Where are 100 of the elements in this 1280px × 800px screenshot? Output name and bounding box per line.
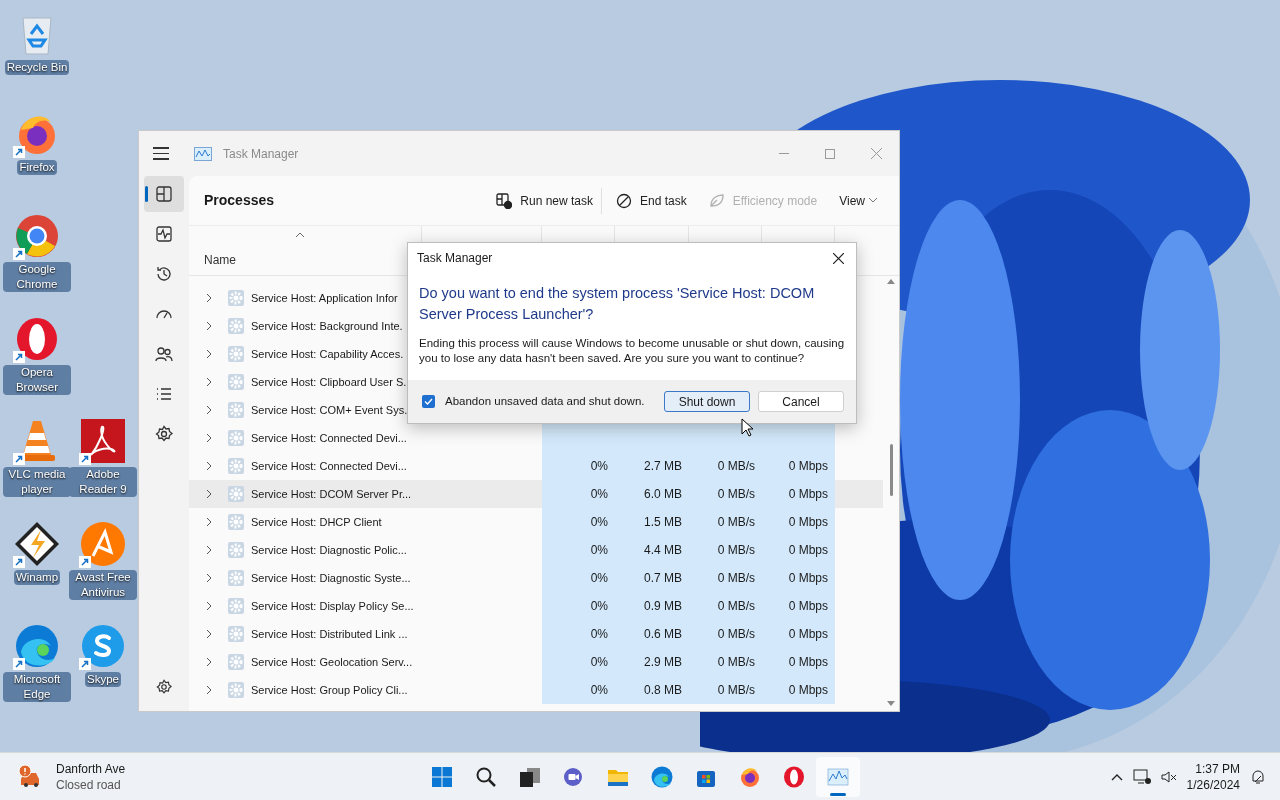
service-icon [227, 625, 245, 643]
nav-tab[interactable] [144, 176, 184, 212]
service-icon [227, 401, 245, 419]
desktop-icon-label[interactable]: Firefox [17, 160, 57, 175]
window-title: Task Manager [223, 145, 299, 163]
dialog-button[interactable]: Shut down [664, 391, 750, 412]
table-cell-text: 0% [590, 682, 608, 699]
expand-chevron-icon[interactable] [205, 685, 213, 695]
skype-icon [79, 622, 127, 670]
desktop-icon-label[interactable]: Opera Browser [3, 365, 71, 395]
expand-chevron-icon[interactable] [205, 433, 213, 443]
process-row[interactable]: Service Host: Display Policy Se... 0% 0.9 MB 0 MB/s 0 Mbps [189, 592, 883, 620]
process-name: Service Host: Diagnostic Polic... [251, 542, 407, 558]
process-row[interactable]: Service Host: Connected Devi... 0% 2.7 MB 0 MB/s 0 Mbps [189, 452, 883, 480]
new-task-icon [496, 192, 513, 209]
service-icon [227, 317, 245, 335]
acrobat-icon [79, 417, 127, 465]
table-cell-text: 0% [590, 458, 608, 475]
expand-chevron-icon[interactable] [205, 349, 213, 359]
weather-subtitle: Closed road [56, 776, 122, 793]
desktop-icon-label[interactable]: Winamp [13, 570, 61, 585]
table-cell-text: 0.7 MB [644, 570, 682, 587]
expand-chevron-icon[interactable] [205, 573, 213, 583]
table-cell-text: 0 Mbps [788, 458, 828, 475]
process-row[interactable]: Service Host: Group Policy Cli... 0% 0.8 MB 0 MB/s 0 Mbps [189, 676, 883, 704]
view-menu-button[interactable]: View [831, 191, 885, 210]
scroll-down-icon[interactable] [887, 701, 895, 707]
table-cell-text: 2.9 MB [644, 654, 682, 671]
table-cell-text: 1.5 MB [644, 514, 682, 531]
network-icon[interactable] [1132, 768, 1151, 785]
scroll-up-icon[interactable] [887, 278, 895, 284]
chevron-up-icon[interactable] [1110, 772, 1123, 781]
close-icon [832, 252, 844, 264]
expand-chevron-icon[interactable] [205, 657, 213, 667]
service-icon [227, 345, 245, 363]
process-name: Service Host: DHCP Client [251, 514, 382, 530]
weather-title[interactable]: Danforth Ave [56, 760, 126, 777]
process-row[interactable]: Service Host: DHCP Client 0% 1.5 MB 0 MB/s 0 Mbps [189, 508, 883, 536]
expand-chevron-icon[interactable] [205, 489, 213, 499]
windows-icon[interactable] [430, 764, 454, 789]
process-row[interactable]: Service Host: Connected Devi... [189, 424, 883, 452]
desktop-icon-label[interactable]: Microsoft Edge [3, 672, 71, 702]
expand-chevron-icon[interactable] [205, 629, 213, 639]
expand-chevron-icon[interactable] [205, 321, 213, 331]
table-cell-text: 2.7 MB [644, 458, 682, 475]
expand-chevron-icon[interactable] [205, 517, 213, 527]
process-name: Service Host: Connected Devi... [251, 458, 407, 474]
details-icon [155, 385, 173, 403]
desktop-icon-label[interactable]: VLC media player [3, 467, 71, 497]
process-row[interactable]: Service Host: Diagnostic Polic... 0% 4.4 MB 0 MB/s 0 Mbps [189, 536, 883, 564]
toolbar-button[interactable]: End task [608, 187, 695, 214]
table-cell-text: 0 MB/s [717, 458, 755, 475]
service-icon [227, 597, 245, 615]
table-cell-text: 0 Mbps [788, 654, 828, 671]
expand-chevron-icon[interactable] [205, 293, 213, 303]
desktop-icon-label[interactable]: Adobe Reader 9 [69, 467, 137, 497]
table-cell-text: 0 MB/s [717, 626, 755, 643]
history-icon [155, 265, 173, 283]
expand-chevron-icon[interactable] [205, 405, 213, 415]
process-name: Service Host: Capability Acces. [251, 346, 404, 362]
desktop-icon-label[interactable]: Avast Free Antivirus [69, 570, 137, 600]
table-cell-text: 0 MB/s [717, 486, 755, 503]
table-cell-text: 0 MB/s [717, 542, 755, 559]
service-icon [227, 429, 245, 447]
process-name: Service Host: DCOM Server Pr... [251, 486, 412, 502]
processes-icon [155, 185, 173, 203]
dialog-heading: Do you want to end the system process 'Service Host: DCOM Server Process Launcher'? [419, 284, 816, 324]
process-row[interactable]: Service Host: Geolocation Serv... 0% 2.9 MB 0 MB/s 0 Mbps [189, 648, 883, 676]
expand-chevron-icon[interactable] [205, 545, 213, 555]
scrollbar-thumb[interactable] [889, 444, 893, 496]
lightning-icon [13, 520, 61, 568]
dialog-button[interactable]: Cancel [758, 391, 844, 412]
expand-chevron-icon[interactable] [205, 377, 213, 387]
process-name: Service Host: Application Infor [251, 290, 398, 306]
process-row[interactable]: Service Host: Distributed Link ... 0% 0.6 MB 0 MB/s 0 Mbps [189, 620, 883, 648]
clock-date[interactable]: 1/26/2024 [1186, 776, 1240, 793]
table-cell-text: 0 Mbps [788, 682, 828, 699]
desktop-icon-label[interactable]: Google Chrome [3, 262, 71, 292]
volume-muted-icon[interactable] [1160, 768, 1177, 785]
clock-time[interactable]: 1:37 PM [1195, 760, 1240, 777]
table-cell-text: 0% [590, 570, 608, 587]
expand-chevron-icon[interactable] [205, 601, 213, 611]
sort-caret-icon[interactable] [295, 232, 305, 238]
cancel-icon [616, 192, 632, 209]
service-icon [227, 289, 245, 307]
checkbox[interactable] [422, 395, 435, 408]
process-name: Service Host: Clipboard User S. [251, 374, 407, 390]
desktop-icon-label[interactable]: Recycle Bin [4, 60, 70, 75]
process-row[interactable]: Service Host: Diagnostic Syste... 0% 0.7 MB 0 MB/s 0 Mbps [189, 564, 883, 592]
toolbar-button[interactable]: Run new task [488, 187, 602, 214]
edge-icon [13, 622, 61, 670]
task-manager-icon [194, 146, 212, 161]
table-cell-text: 0% [590, 654, 608, 671]
desktop-icon-label[interactable]: Skype [85, 672, 121, 687]
notification-icon[interactable] [1250, 768, 1266, 785]
checkbox-label: Abandon unsaved data and shut down. [445, 393, 645, 409]
chrome-icon [13, 212, 61, 260]
process-row[interactable]: Service Host: DCOM Server Pr... 0% 6.0 MB 0 MB/s 0 Mbps [189, 480, 883, 508]
expand-chevron-icon[interactable] [205, 461, 213, 471]
table-cell-text: 0.9 MB [644, 598, 682, 615]
